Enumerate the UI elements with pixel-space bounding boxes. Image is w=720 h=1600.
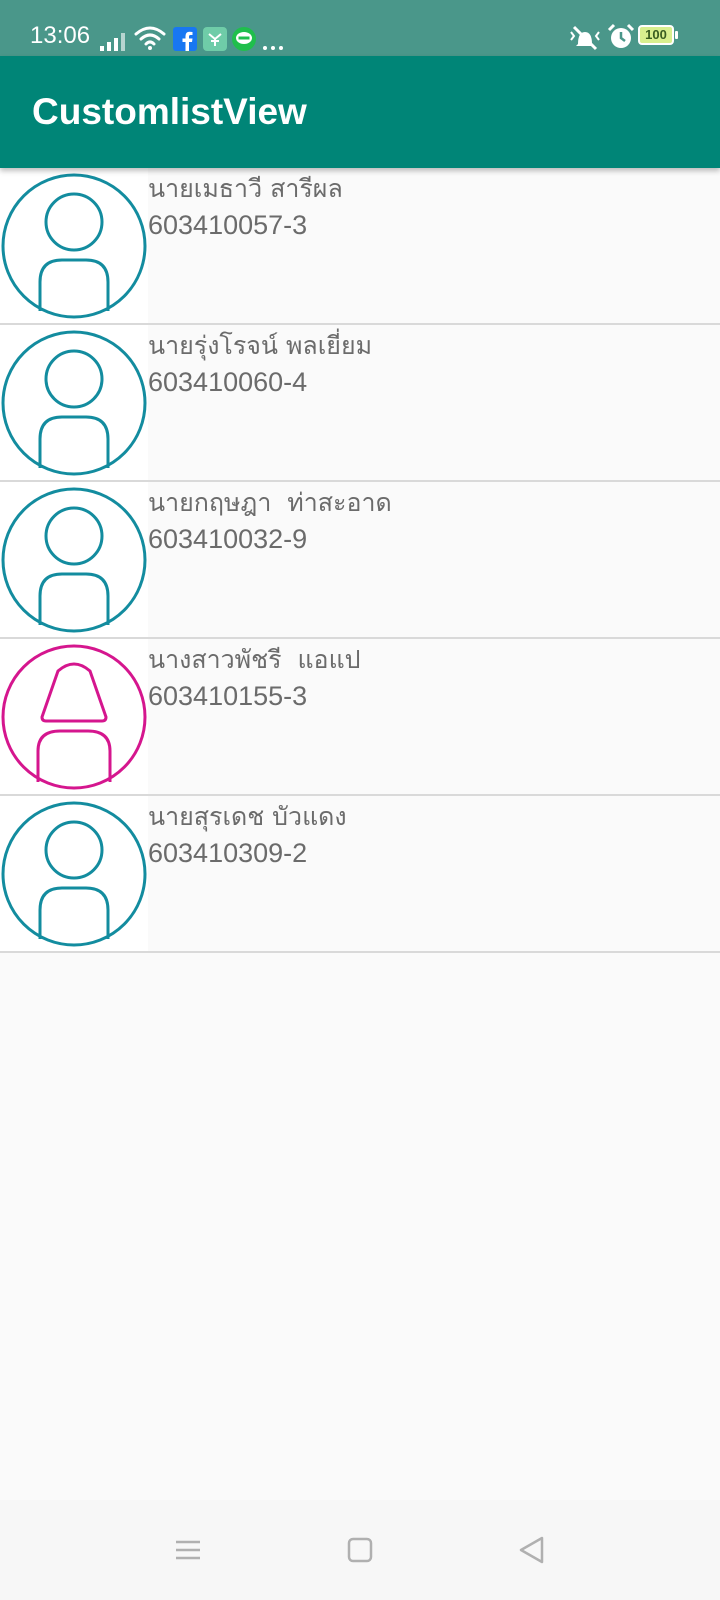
back-icon[interactable]	[512, 1530, 552, 1570]
student-name: นายรุ่งโรจน์ พลเยี่ยม	[148, 331, 373, 360]
app-notification-icon	[203, 27, 227, 51]
list-item[interactable]: นายรุ่งโรจน์ พลเยี่ยม 603410060-4	[0, 325, 720, 482]
female-avatar-icon	[0, 639, 148, 794]
student-id: 603410032-9	[148, 524, 308, 554]
home-icon[interactable]	[340, 1530, 380, 1570]
male-avatar-icon	[0, 482, 148, 637]
status-time: 13:06	[30, 22, 91, 49]
line-icon	[232, 27, 256, 51]
student-id: 603410060-4	[148, 367, 308, 397]
battery-level: 100	[645, 27, 667, 42]
alarm-icon	[607, 23, 635, 48]
mute-vibrate-icon	[570, 25, 600, 51]
student-name: นางสาวพัชรี แอแป	[148, 645, 361, 674]
student-name: นายสุรเดช บัวแดง	[148, 802, 347, 831]
app-bar: CustomlistView	[0, 56, 720, 168]
app-title: CustomlistView	[32, 91, 307, 132]
student-id: 603410155-3	[148, 681, 308, 711]
list-item[interactable]: นายสุรเดช บัวแดง 603410309-2	[0, 796, 720, 953]
list-item[interactable]: นายเมธาวี สารีผล 603410057-3	[0, 168, 720, 325]
student-list[interactable]: นายเมธาวี สารีผล 603410057-3 นายรุ่งโรจน…	[0, 168, 720, 953]
signal-icon	[100, 33, 125, 51]
list-item[interactable]: นางสาวพัชรี แอแป 603410155-3	[0, 639, 720, 796]
battery-icon: 100	[638, 25, 678, 45]
student-id: 603410057-3	[148, 210, 308, 240]
status-bar: 13:06 100	[0, 0, 720, 56]
list-item[interactable]: นายกฤษฎา ท่าสะอาด 603410032-9	[0, 482, 720, 639]
male-avatar-icon	[0, 168, 148, 323]
menu-icon[interactable]	[168, 1530, 208, 1570]
student-name: นายกฤษฎา ท่าสะอาด	[148, 488, 392, 517]
wifi-icon	[134, 26, 166, 50]
male-avatar-icon	[0, 796, 148, 951]
facebook-icon	[173, 27, 197, 51]
navigation-bar	[0, 1500, 720, 1600]
male-avatar-icon	[0, 325, 148, 480]
student-name: นายเมธาวี สารีผล	[148, 174, 343, 203]
student-id: 603410309-2	[148, 838, 308, 868]
